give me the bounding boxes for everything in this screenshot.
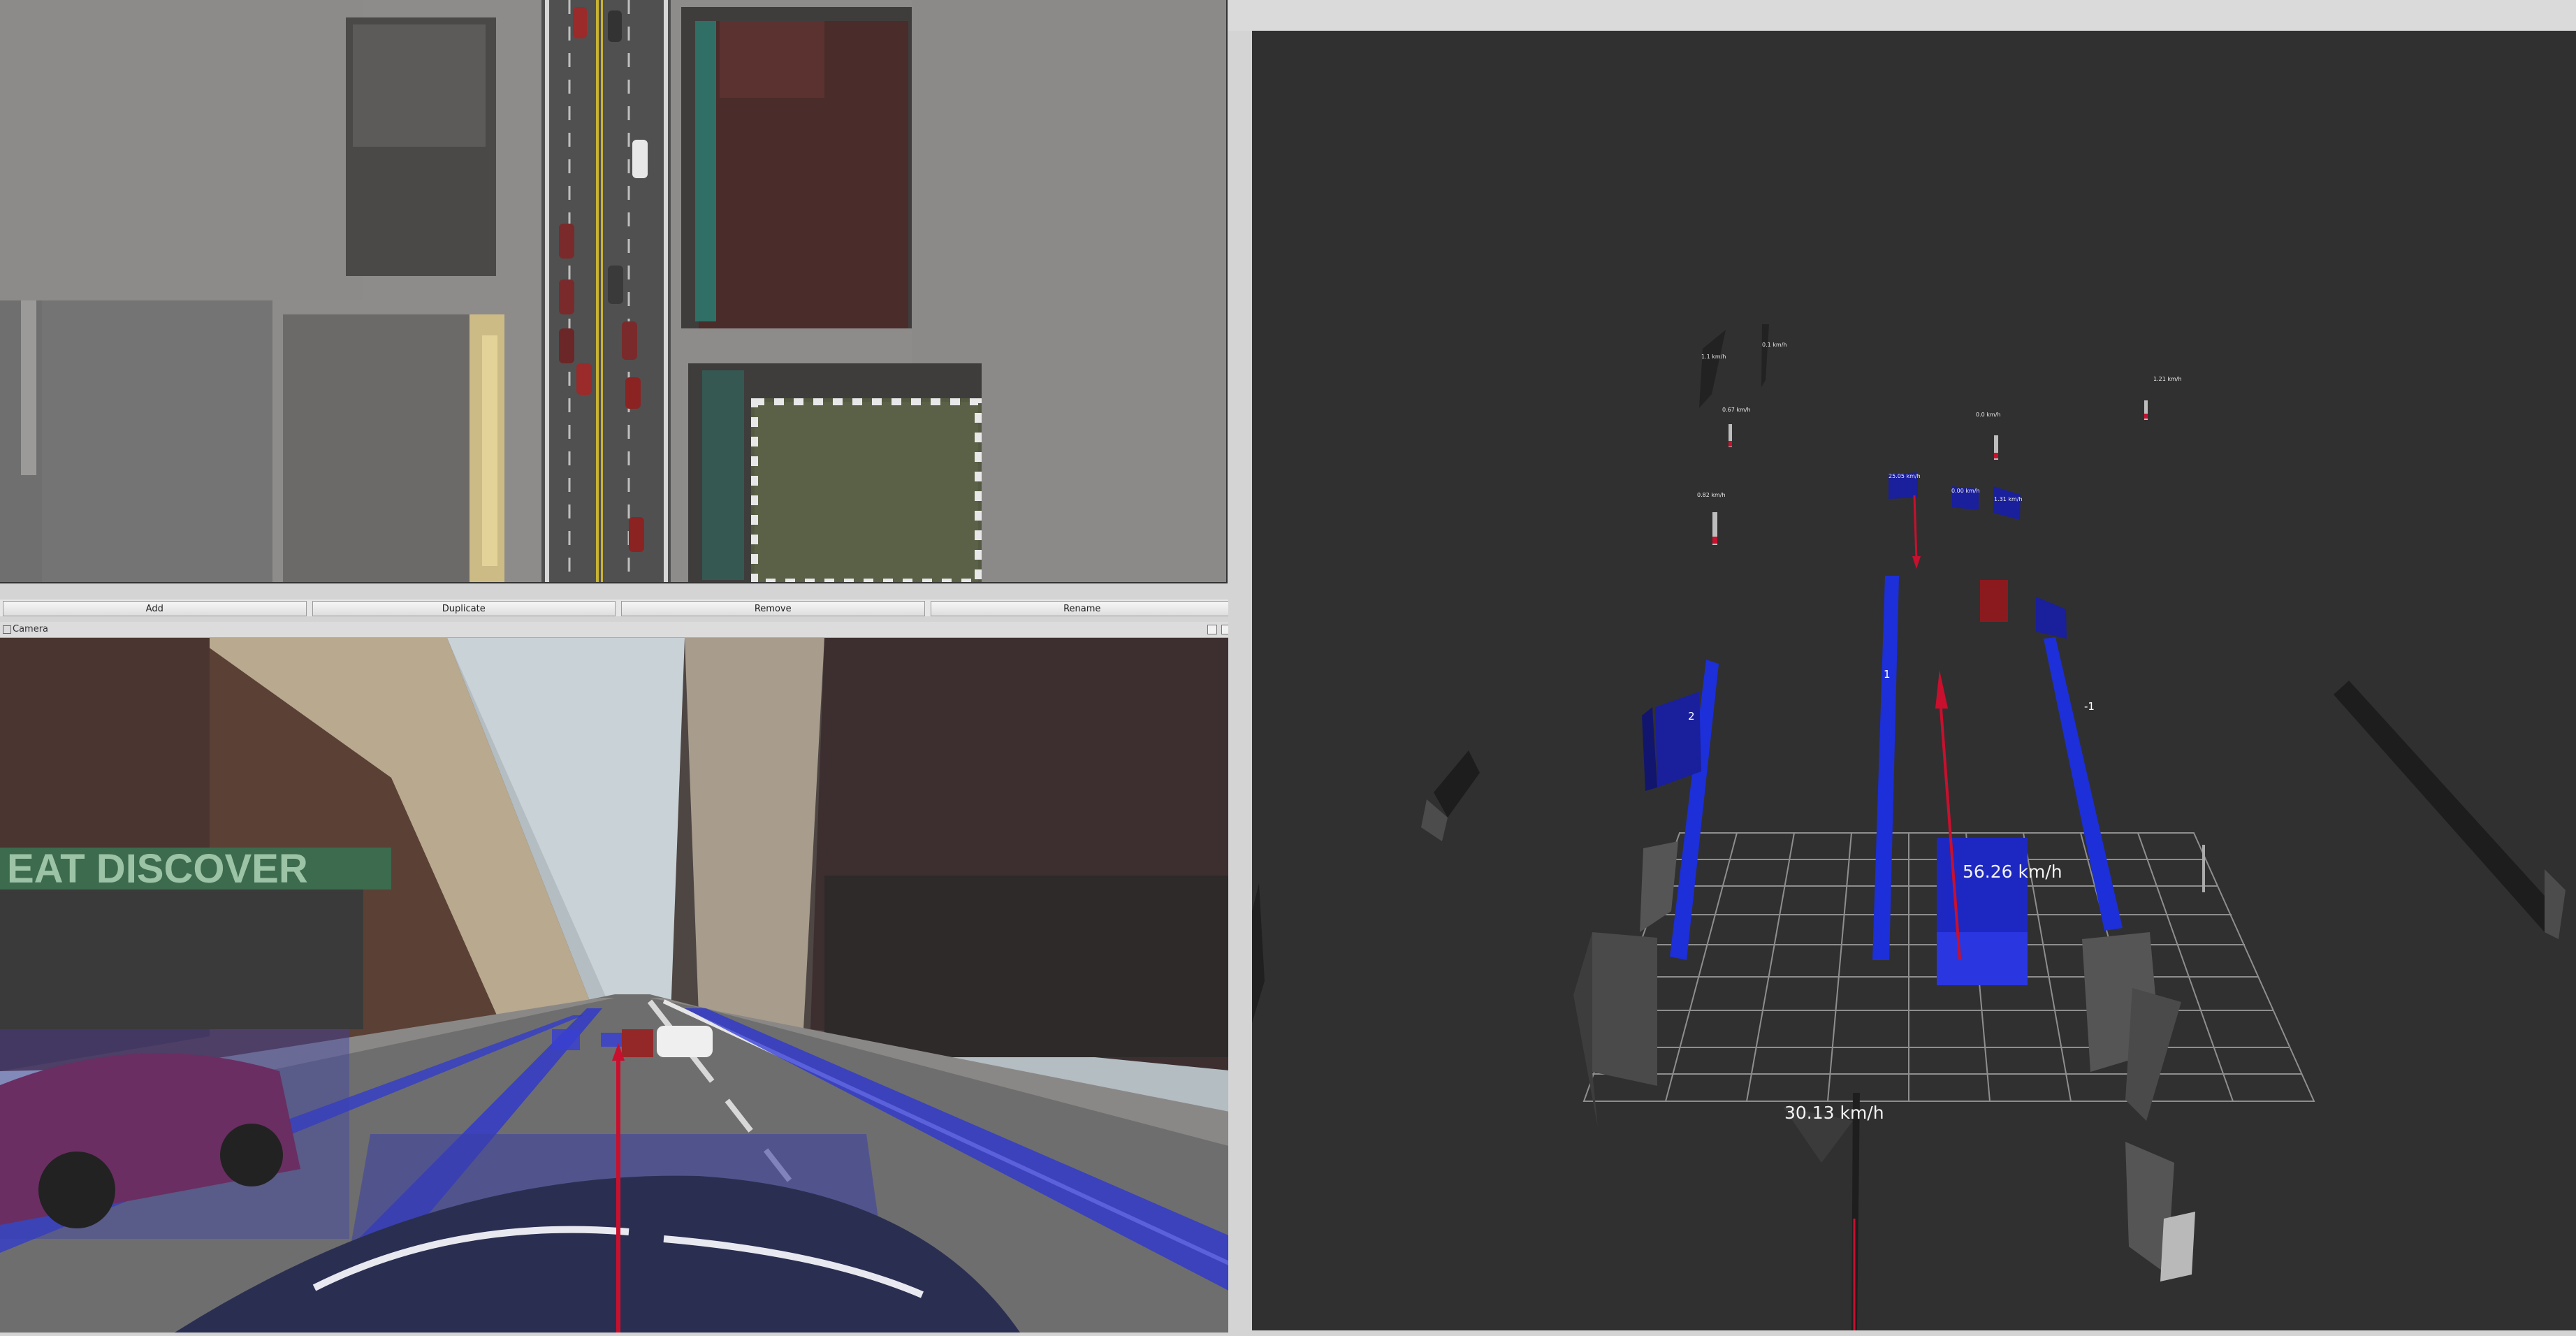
rename-button[interactable]: Rename [930,601,1234,616]
lane-label: 2 [1688,710,1695,723]
object-speed-label: 25.05 km/h [1889,473,1921,479]
object-speed-label: 0.00 km/h [1951,488,1980,494]
remove-button[interactable]: Remove [621,601,925,616]
aerial-scene [0,0,1226,582]
3d-viewport[interactable]: 56.26 km/h 30.13 km/h 2 1 -1 1.1 km/h 0.… [1252,31,2576,1330]
3d-scene [1252,31,2576,1330]
display-toolbar: Add Duplicate Remove Rename [0,600,1237,616]
lane-label: 1 [1884,668,1891,681]
storefront-sign: EAT DISCOVER [7,846,308,892]
camera-view[interactable]: EAT DISCOVER [0,638,1237,1333]
lane-label: -1 [2084,700,2095,713]
viewport-header-strip [1228,0,2576,31]
object-speed-label: 0.67 km/h [1722,407,1751,413]
object-speed-label: 1.21 km/h [2153,376,2182,382]
ego-vehicle-speed: 30.13 km/h [1784,1103,1884,1123]
object-box-red [1980,580,2008,622]
dock-icon[interactable] [3,625,11,634]
object-speed-label: 0.0 km/h [1976,412,2001,418]
object-speed-label: 1.1 km/h [1701,354,1726,360]
camera-panel-header: Camera [0,622,1237,638]
camera-panel-title: Camera [13,624,49,634]
view-splitter[interactable] [1228,0,1238,1336]
object-speed-label: 1.31 km/h [1994,496,2023,502]
camera-image: EAT DISCOVER [0,638,1237,1333]
object-box [1655,692,1701,787]
object-speed-label: 0.82 km/h [1697,492,1726,498]
add-button[interactable]: Add [3,601,307,616]
float-panel-button[interactable] [1207,625,1217,634]
duplicate-button[interactable]: Duplicate [312,601,616,616]
lead-vehicle-speed: 56.26 km/h [1963,862,2062,882]
aerial-view[interactable] [0,0,1228,583]
object-speed-label: 0.1 km/h [1762,342,1787,348]
